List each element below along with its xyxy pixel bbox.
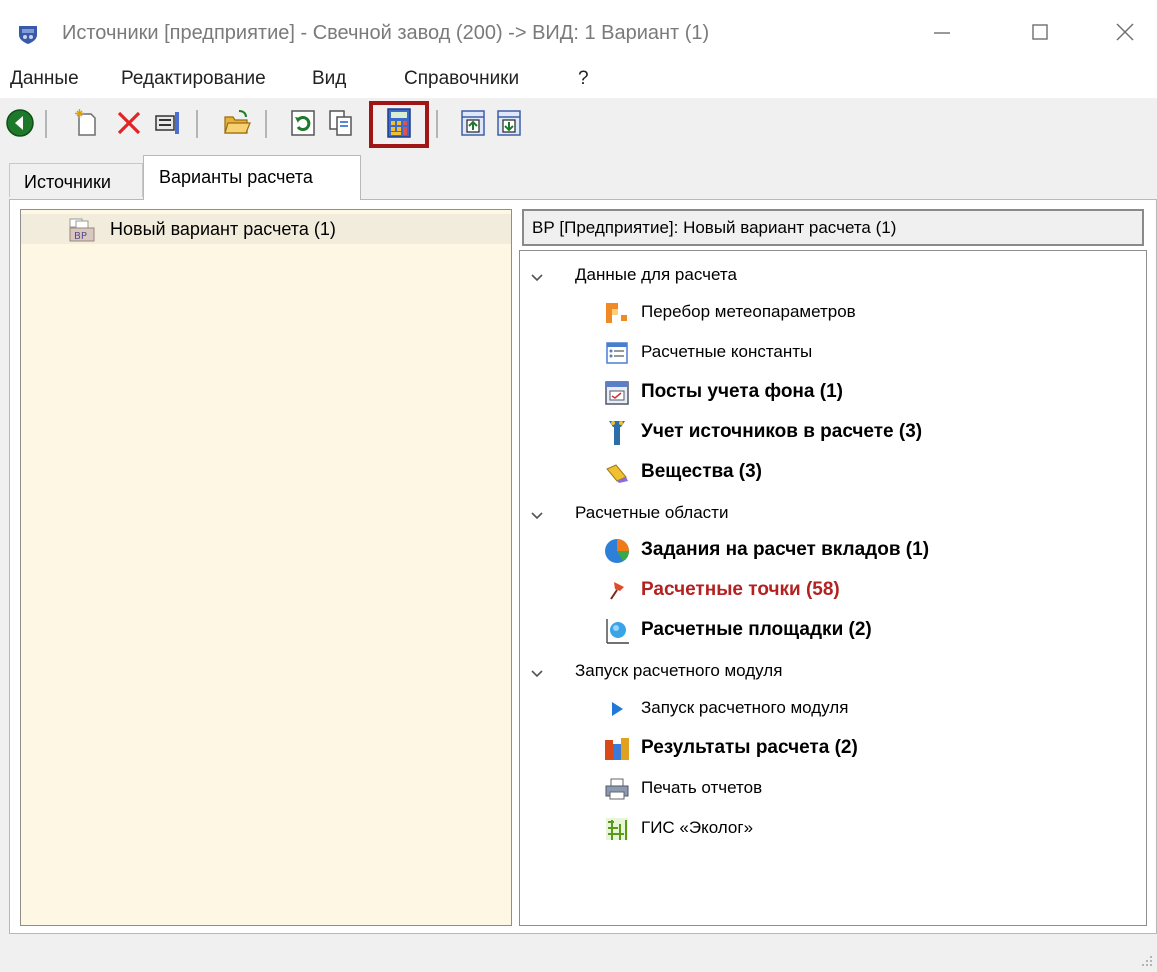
toolbar-separator xyxy=(45,110,47,138)
tree-item-label: Расчетные константы xyxy=(641,342,813,361)
export-icon xyxy=(497,110,521,136)
refresh-icon xyxy=(291,110,315,136)
tree-item-label: Запуск расчетного модуля xyxy=(641,698,849,717)
list-item[interactable]: BP Новый вариант расчета (1) xyxy=(21,214,511,244)
sources-icon xyxy=(602,419,632,447)
tree-item-label: Печать отчетов xyxy=(641,778,763,797)
gis-icon xyxy=(602,815,632,843)
open-button[interactable] xyxy=(219,104,255,142)
toolbar-highlight xyxy=(369,101,429,148)
printer-icon xyxy=(602,775,632,803)
properties-icon xyxy=(155,112,179,134)
group-label: Расчетные области xyxy=(575,503,729,522)
tab-sources[interactable]: Источники xyxy=(9,163,143,197)
group-run-module[interactable]: Запуск расчетного модуля xyxy=(520,659,1140,689)
back-icon xyxy=(6,109,34,137)
variant-icon-text: BP xyxy=(74,231,87,242)
play-icon xyxy=(602,695,632,723)
toolbar-separator xyxy=(196,110,198,138)
menu-view[interactable]: Вид xyxy=(312,68,346,90)
properties-button[interactable] xyxy=(150,104,186,142)
delete-icon xyxy=(117,111,141,135)
close-button[interactable] xyxy=(1103,12,1147,52)
group-label: Запуск расчетного модуля xyxy=(575,661,783,680)
refresh-button[interactable] xyxy=(285,104,321,142)
pin-icon xyxy=(602,577,632,605)
menu-help[interactable]: ? xyxy=(578,68,589,90)
minimize-button[interactable] xyxy=(920,12,964,52)
toolbar xyxy=(0,98,1157,150)
chevron-down-icon[interactable] xyxy=(530,667,544,681)
tree-item-label: Перебор метеопараметров xyxy=(641,302,856,321)
import-button[interactable] xyxy=(455,104,491,142)
substances-icon xyxy=(602,459,632,487)
tree-item-label: Расчетные площадки (2) xyxy=(641,619,872,640)
group-calculation-areas[interactable]: Расчетные области xyxy=(520,501,1140,531)
tree-item-label: Посты учета фона (1) xyxy=(641,381,843,402)
delete-button[interactable] xyxy=(111,104,147,142)
constants-icon xyxy=(602,339,632,367)
tab-calculation-variants-label: Варианты расчета xyxy=(159,167,313,187)
group-calculation-data[interactable]: Данные для расчета xyxy=(520,263,1140,293)
export-button[interactable] xyxy=(491,104,527,142)
new-button[interactable] xyxy=(69,104,105,142)
window-title: Источники [предприятие] - Свечной завод … xyxy=(62,22,710,44)
background-posts-icon xyxy=(602,379,632,407)
meteo-icon xyxy=(602,299,632,327)
back-button[interactable] xyxy=(2,104,38,142)
open-folder-icon xyxy=(224,110,251,134)
tree-item-label: Результаты расчета (2) xyxy=(641,737,858,758)
menu-edit[interactable]: Редактирование xyxy=(121,68,266,90)
chevron-down-icon[interactable] xyxy=(530,271,544,285)
copy-button[interactable] xyxy=(323,104,359,142)
resize-grip-icon[interactable] xyxy=(1141,954,1153,968)
menu-references[interactable]: Справочники xyxy=(404,68,519,90)
variant-icon: BP xyxy=(68,218,96,242)
pie-chart-icon xyxy=(602,537,632,565)
toolbar-separator xyxy=(436,110,438,138)
app-icon xyxy=(19,26,37,44)
tree-item-label: Учет источников в расчете (3) xyxy=(641,421,923,442)
tree-item-label: ГИС «Эколог» xyxy=(641,818,754,837)
menu-data[interactable]: Данные xyxy=(10,68,79,90)
import-icon xyxy=(461,110,485,136)
variant-header: ВР [Предприятие]: Новый вариант расчета … xyxy=(522,209,1144,246)
variants-list[interactable]: BP Новый вариант расчета (1) xyxy=(20,209,512,926)
tab-sources-label: Источники xyxy=(24,172,111,192)
close-icon xyxy=(1116,23,1134,41)
maximize-button[interactable] xyxy=(1018,12,1062,52)
copy-icon xyxy=(329,110,352,136)
tree-item-label: Вещества (3) xyxy=(641,461,763,482)
tab-calculation-variants[interactable]: Варианты расчета xyxy=(143,155,361,200)
maximize-icon xyxy=(1032,24,1048,40)
group-label: Данные для расчета xyxy=(575,265,737,284)
variant-header-label: ВР [Предприятие]: Новый вариант расчета … xyxy=(532,218,897,237)
results-icon xyxy=(602,735,632,763)
status-bar xyxy=(0,934,1157,972)
list-item-label: Новый вариант расчета (1) xyxy=(110,219,336,239)
tree-item-label: Расчетные точки (58) xyxy=(641,579,840,600)
minimize-icon xyxy=(934,32,950,34)
tree-item-label: Задания на расчет вкладов (1) xyxy=(641,539,930,560)
new-doc-icon xyxy=(75,109,96,136)
title-bar[interactable]: Источники [предприятие] - Свечной завод … xyxy=(0,0,1157,58)
menu-bar: Данные Редактирование Вид Справочники ? xyxy=(0,58,1157,98)
calculation-tree: Данные для расчета Перебор метеопараметр… xyxy=(519,250,1147,926)
toolbar-separator xyxy=(265,110,267,138)
area-icon xyxy=(602,617,632,645)
chevron-down-icon[interactable] xyxy=(530,509,544,523)
